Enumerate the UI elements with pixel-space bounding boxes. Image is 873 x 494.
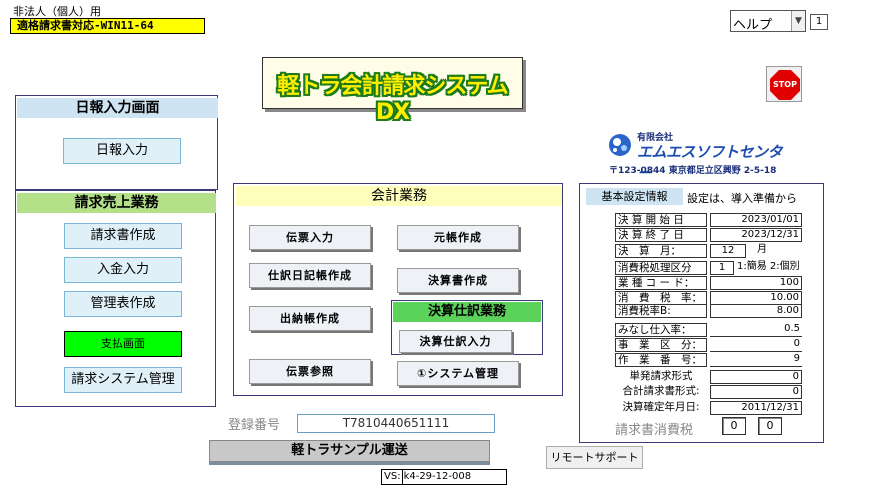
deemed-purchase-value: 0.5 — [710, 323, 802, 337]
registration-number-label: 登録番号 — [228, 418, 281, 433]
billing-panel: 請求売上業務 請求書作成 入金入力 管理表作成 支払画面 請求システム管理 — [15, 190, 216, 407]
single-invoice-label: 単発請求形式 — [629, 370, 693, 382]
payment-input-button[interactable]: 入金入力 — [64, 257, 182, 283]
daily-report-title: 日報入力画面 — [17, 98, 218, 118]
journal-button[interactable]: 仕訳日記帳作成 — [249, 263, 371, 288]
tax-rate-value: 10.00 — [710, 291, 802, 305]
tax-rate-label: 消 費 税 率： — [615, 291, 707, 305]
version-field: VS: k4-29-12-008 — [381, 469, 507, 485]
closing-month-label: 決 算 月： — [615, 244, 707, 258]
accounting-panel: 会計業務 伝票入力 仕訳日記帳作成 出納帳作成 伝票参照 元帳作成 決算書作成 … — [233, 183, 563, 396]
fiscal-start-value: 2023/01/01 — [710, 213, 802, 227]
app-title-banner: 軽トラ会計請求システムDX — [262, 57, 523, 125]
chevron-down-icon[interactable]: ▼ — [791, 11, 805, 31]
create-invoice-button[interactable]: 請求書作成 — [64, 223, 182, 249]
fiscal-start-label: 決 算 開 始 日 — [615, 213, 707, 227]
billing-system-admin-button[interactable]: 請求システム管理 — [64, 367, 182, 393]
company-underline — [209, 462, 490, 465]
edition-badge: 適格請求書対応-WIN11-64 — [10, 18, 205, 34]
logo-address: 〒123-0844 東京都足立区興野 2-5-18 — [609, 166, 777, 176]
company-name: 軽トラサンプル運送 — [209, 440, 490, 462]
billing-title: 請求売上業務 — [17, 193, 216, 213]
financial-statements-button[interactable]: 決算書作成 — [397, 268, 519, 293]
business-class-label: 事 業 区 分： — [615, 338, 707, 352]
single-invoice-value: 0 — [710, 370, 802, 384]
cashbook-button[interactable]: 出納帳作成 — [249, 306, 371, 331]
closing-month-unit: 月 — [757, 244, 767, 255]
daily-report-input-button[interactable]: 日報入力 — [63, 138, 181, 164]
closing-entry-input-button[interactable]: 決算仕訳入力 — [399, 330, 512, 353]
basic-settings-panel: 基本設定情報 設定は、導入準備から 決 算 開 始 日 2023/01/01 決… — [579, 183, 824, 443]
disbursement-button[interactable]: 支払画面 — [64, 331, 182, 357]
daily-report-panel: 日報入力画面 日報入力 — [15, 95, 218, 190]
industry-code-label: 業 種 コ ー ド： — [615, 276, 707, 290]
invoice-tax-field-2[interactable]: 0 — [758, 417, 782, 435]
invoice-tax-field-1[interactable]: 0 — [722, 417, 746, 435]
work-number-label: 作 業 番 号： — [615, 353, 707, 367]
total-invoice-value: 0 — [710, 385, 802, 399]
accounting-title: 会計業務 — [236, 186, 562, 206]
deemed-purchase-label: みなし仕入率： — [615, 323, 707, 337]
closing-entries-title: 決算仕訳業務 — [393, 302, 541, 322]
work-number-value: 9 — [710, 353, 802, 367]
tax-rate-b-label: 消費税率B: — [615, 304, 707, 318]
closing-month-value: 12 — [710, 244, 746, 258]
user-type-label: 非法人（個人）用 — [10, 4, 205, 18]
tax-rate-b-value: 8.00 — [710, 304, 802, 318]
tax-class-label: 消費税処理区分 — [615, 261, 707, 275]
company-logo-icon — [609, 134, 631, 156]
registration-number-field[interactable]: T7810440651111 — [297, 414, 495, 433]
version-value: k4-29-12-008 — [403, 471, 472, 482]
help-select-value: ヘルプ — [733, 18, 773, 33]
stop-icon: STOP — [770, 70, 800, 100]
stop-button[interactable]: STOP — [766, 66, 802, 102]
management-table-button[interactable]: 管理表作成 — [64, 291, 182, 317]
system-management-button[interactable]: ①システム管理 — [397, 361, 519, 386]
app-title: 軽トラ会計請求システムDX — [277, 74, 508, 125]
version-label: VS: — [384, 471, 401, 482]
help-select[interactable]: ヘルプ ▼ — [730, 10, 806, 33]
settings-note: 設定は、導入準備から — [687, 192, 797, 205]
business-class-value: 0 — [710, 338, 802, 352]
invoice-tax-label: 請求書消費税 — [615, 423, 694, 438]
settings-title: 基本設定情報 — [586, 188, 683, 205]
fiscal-end-value: 2023/12/31 — [710, 228, 802, 242]
company-logo: 有限会社 エムエスソフトセンター 〒123-0844 東京都足立区興野 2-5-… — [607, 128, 787, 182]
tax-class-value: 1 — [710, 261, 734, 275]
total-invoice-label: 合計請求書形式: — [622, 385, 700, 397]
closing-date-value: 2011/12/31 — [710, 401, 802, 415]
closing-date-label: 決算確定年月日: — [622, 401, 700, 413]
voucher-reference-button[interactable]: 伝票参照 — [249, 359, 371, 384]
logo-company-name: エムエスソフトセンター — [637, 143, 783, 182]
remote-support-button[interactable]: リモートサポート — [546, 446, 643, 469]
fiscal-end-label: 決 算 終 了 日 — [615, 228, 707, 242]
closing-entries-box: 決算仕訳業務 決算仕訳入力 — [391, 300, 543, 355]
industry-code-value: 100 — [710, 276, 802, 290]
help-page-number[interactable]: 1 — [810, 14, 828, 30]
ledger-button[interactable]: 元帳作成 — [397, 225, 519, 250]
voucher-input-button[interactable]: 伝票入力 — [249, 225, 371, 250]
tax-class-options: 1:簡易 2:個別 — [737, 261, 800, 272]
